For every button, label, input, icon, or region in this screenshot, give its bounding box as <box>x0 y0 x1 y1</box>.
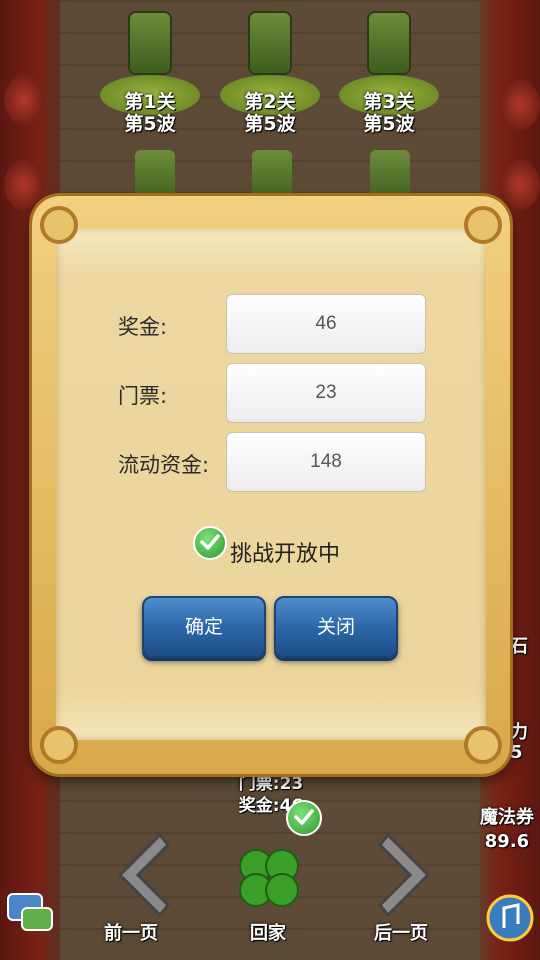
side-text: 5 <box>510 742 523 763</box>
zombie-icon <box>250 13 290 73</box>
zombie-icon <box>369 13 409 73</box>
zombie-icon <box>130 13 170 73</box>
level-label: 第1关 第5波 <box>124 91 176 135</box>
next-page-button[interactable]: 后一页 <box>374 919 428 945</box>
magic-ticket: 魔法券 89.6 <box>480 807 534 852</box>
music-icon[interactable] <box>484 892 536 944</box>
close-button[interactable]: 关闭 <box>274 596 398 658</box>
clover-icon[interactable] <box>234 844 304 914</box>
bonus-field[interactable]: 46 <box>226 294 426 354</box>
confirm-button[interactable]: 确定 <box>142 596 266 658</box>
right-decoration <box>500 80 540 130</box>
ticket-field[interactable]: 23 <box>226 363 426 423</box>
check-icon <box>286 800 322 836</box>
prev-page-button[interactable]: 前一页 <box>104 919 158 945</box>
level-tile-1[interactable]: 第1关 第5波 <box>95 5 205 135</box>
corner-ornament <box>40 206 78 244</box>
corner-ornament <box>40 726 78 764</box>
right-decoration <box>500 160 540 210</box>
ticket-label: 门票: <box>118 384 168 408</box>
funds-field[interactable]: 148 <box>226 432 426 492</box>
prev-arrow-icon[interactable] <box>110 830 170 920</box>
bonus-label: 奖金: <box>118 315 168 339</box>
level-tile-3[interactable]: 第3关 第5波 <box>334 5 444 135</box>
corner-ornament <box>464 726 502 764</box>
level-tile-2[interactable]: 第2关 第5波 <box>215 5 325 135</box>
level-label: 第3关 第5波 <box>363 91 415 135</box>
check-icon <box>193 526 227 560</box>
next-arrow-icon[interactable] <box>378 830 438 920</box>
corner-ornament <box>464 206 502 244</box>
side-text: 石 <box>510 636 528 657</box>
funds-label: 流动资金: <box>118 453 210 477</box>
chat-icon[interactable] <box>6 890 56 940</box>
level-label: 第2关 第5波 <box>244 91 296 135</box>
left-decoration <box>4 75 44 125</box>
side-text: 力 <box>510 722 528 743</box>
home-button[interactable]: 回家 <box>250 919 286 945</box>
challenge-status-label: 挑战开放中 <box>230 542 341 567</box>
left-decoration <box>4 160 44 210</box>
